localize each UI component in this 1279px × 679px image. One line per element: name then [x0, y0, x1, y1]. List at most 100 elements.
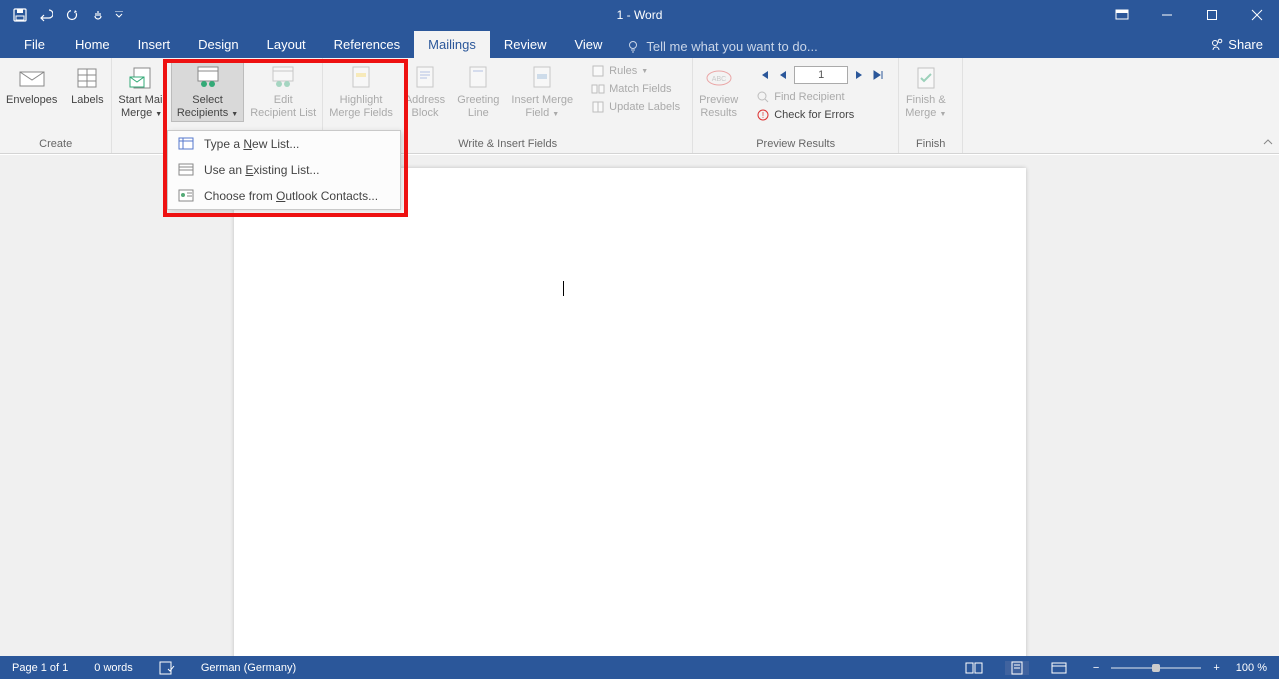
status-proofing[interactable] — [155, 661, 179, 675]
tab-layout[interactable]: Layout — [253, 31, 320, 58]
rules-button[interactable]: Rules ▼ — [585, 62, 686, 80]
highlight-label-1: Highlight — [340, 94, 383, 106]
greeting-line-button[interactable]: GreetingLine — [451, 60, 505, 120]
touch-mode-button[interactable] — [86, 3, 110, 27]
menu-outlook-contacts[interactable]: Choose from Outlook Contacts... — [168, 183, 400, 209]
chevron-down-icon — [115, 11, 123, 19]
status-language[interactable]: German (Germany) — [197, 662, 300, 674]
insertmerge-label-2: Field — [525, 107, 549, 119]
first-icon — [758, 69, 770, 81]
select-recipients-button[interactable]: SelectRecipients ▼ — [171, 60, 244, 122]
share-button[interactable]: Share — [1202, 35, 1271, 54]
check-errors-icon: ! — [756, 108, 770, 122]
zoom-slider[interactable] — [1111, 667, 1201, 669]
print-layout-icon — [1009, 661, 1025, 675]
next-record-button[interactable] — [851, 67, 867, 83]
tab-mailings[interactable]: Mailings — [414, 31, 490, 58]
match-fields-icon — [591, 82, 605, 96]
address-label-1: Address — [405, 94, 445, 106]
undo-button[interactable] — [34, 3, 58, 27]
tab-view[interactable]: View — [560, 31, 616, 58]
address-block-button[interactable]: AddressBlock — [399, 60, 451, 120]
ribbon-group-preview: ABC PreviewResults Find Recipient ! C — [693, 58, 899, 153]
tab-home[interactable]: Home — [61, 31, 124, 58]
tab-review[interactable]: Review — [490, 31, 561, 58]
menu-use-existing-list[interactable]: Use an Existing List... — [168, 157, 400, 183]
insert-merge-field-button[interactable]: Insert MergeField ▼ — [505, 60, 579, 121]
preview-results-button[interactable]: ABC PreviewResults — [693, 60, 744, 120]
chevron-up-icon — [1263, 137, 1273, 147]
record-navigation — [750, 62, 892, 88]
tab-design[interactable]: Design — [184, 31, 252, 58]
recipients-icon — [194, 65, 222, 91]
save-button[interactable] — [8, 3, 32, 27]
ribbon-display-button[interactable] — [1099, 0, 1144, 30]
title-bar: 1 - Word — [0, 0, 1279, 30]
edit-list-icon — [269, 65, 297, 91]
select-recipients-label-2: Recipients — [177, 107, 228, 119]
close-button[interactable] — [1234, 0, 1279, 30]
tell-me-search[interactable]: Tell me what you want to do... — [616, 35, 827, 58]
rules-icon — [591, 64, 605, 78]
new-list-icon — [178, 137, 194, 151]
finish-merge-icon — [912, 65, 940, 91]
prev-record-button[interactable] — [775, 67, 791, 83]
tab-file[interactable]: File — [8, 31, 61, 58]
view-print-layout[interactable] — [1005, 661, 1029, 675]
record-number-input[interactable] — [794, 66, 848, 84]
menu-use-existing-list-label: Use an Existing List... — [204, 163, 319, 177]
redo-button[interactable] — [60, 3, 84, 27]
address-label-2: Block — [412, 107, 439, 119]
update-labels-icon — [591, 100, 605, 114]
start-mail-merge-button[interactable]: Start MailMerge ▼ — [112, 60, 170, 121]
status-page[interactable]: Page 1 of 1 — [8, 662, 72, 674]
document-area[interactable] — [0, 155, 1279, 656]
document-page[interactable] — [234, 168, 1026, 656]
tab-insert[interactable]: Insert — [124, 31, 185, 58]
status-bar: Page 1 of 1 0 words German (Germany) − +… — [0, 656, 1279, 679]
finish-merge-button[interactable]: Finish &Merge ▼ — [899, 60, 952, 121]
collapse-ribbon-button[interactable] — [1263, 137, 1273, 147]
select-recipients-menu: Type a New List... Use an Existing List.… — [167, 130, 401, 210]
find-icon — [756, 90, 770, 104]
zoom-slider-thumb[interactable] — [1152, 664, 1160, 672]
view-web-layout[interactable] — [1047, 661, 1071, 675]
ribbon-group-create: Envelopes Labels Create — [0, 58, 112, 153]
envelopes-label: Envelopes — [6, 94, 57, 107]
preview-icon: ABC — [704, 67, 734, 89]
zoom-out-button[interactable]: − — [1089, 662, 1103, 674]
prev-icon — [778, 69, 788, 81]
menu-type-new-list[interactable]: Type a New List... — [168, 131, 400, 157]
minimize-button[interactable] — [1144, 0, 1189, 30]
match-fields-button[interactable]: Match Fields — [585, 80, 686, 98]
minimize-icon — [1161, 9, 1173, 21]
status-words[interactable]: 0 words — [90, 662, 137, 674]
find-recipient-button[interactable]: Find Recipient — [750, 88, 892, 106]
insertmerge-label-1: Insert Merge — [511, 94, 573, 106]
highlight-merge-fields-button[interactable]: HighlightMerge Fields — [323, 60, 399, 120]
labels-button[interactable]: Labels — [63, 60, 111, 107]
last-record-button[interactable] — [870, 67, 886, 83]
maximize-button[interactable] — [1189, 0, 1234, 30]
find-recipient-label: Find Recipient — [774, 91, 844, 103]
zoom-in-button[interactable]: + — [1209, 662, 1223, 674]
last-icon — [872, 69, 884, 81]
tab-references[interactable]: References — [320, 31, 414, 58]
first-record-button[interactable] — [756, 67, 772, 83]
update-labels-button[interactable]: Update Labels — [585, 98, 686, 116]
start-mail-merge-label-1: Start Mail — [118, 94, 164, 106]
tell-me-placeholder: Tell me what you want to do... — [646, 39, 817, 54]
qat-customize-button[interactable] — [112, 3, 126, 27]
check-errors-button[interactable]: ! Check for Errors — [750, 106, 892, 124]
envelopes-button[interactable]: Envelopes — [0, 60, 63, 107]
labels-icon — [75, 66, 99, 90]
menu-type-new-list-label: Type a New List... — [204, 137, 299, 151]
zoom-level[interactable]: 100 % — [1232, 662, 1271, 674]
edit-recipients-label-1: Edit — [274, 94, 293, 106]
outlook-contacts-icon — [178, 189, 194, 203]
view-read-mode[interactable] — [961, 661, 987, 675]
greeting-label-2: Line — [468, 107, 489, 119]
lightbulb-icon — [626, 40, 640, 54]
edit-recipient-list-button[interactable]: EditRecipient List — [244, 60, 322, 120]
edit-recipients-label-2: Recipient List — [250, 107, 316, 119]
